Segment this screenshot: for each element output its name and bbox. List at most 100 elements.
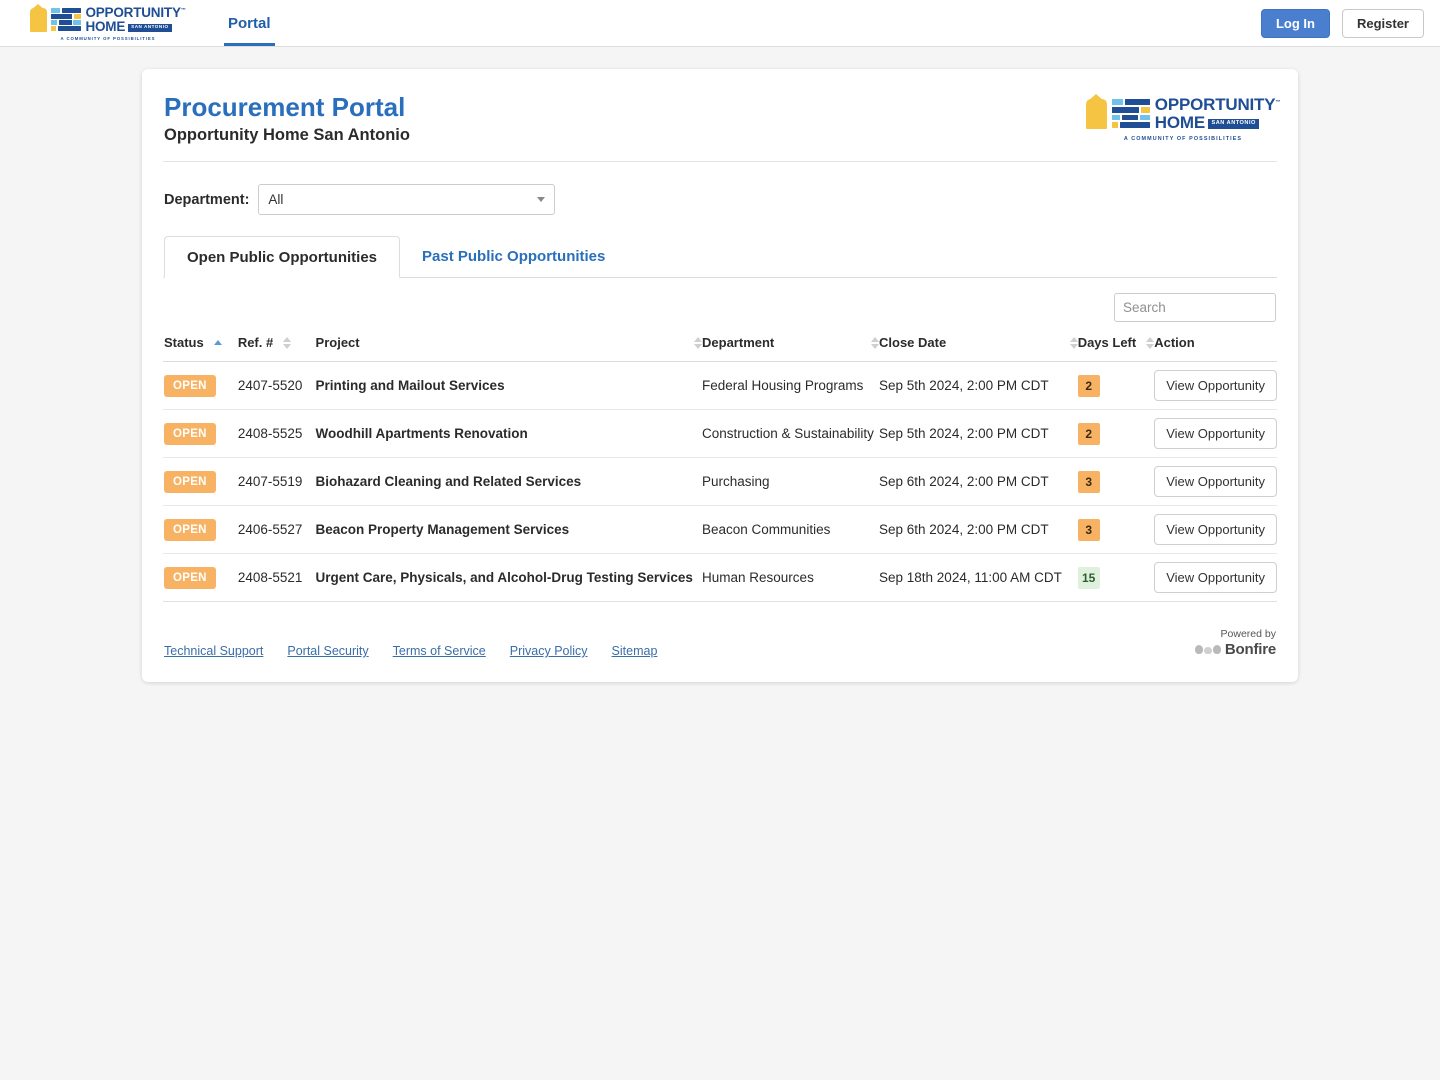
status-badge: OPEN	[164, 470, 216, 493]
column-header-close-date[interactable]: Close Date	[879, 335, 1078, 363]
cell-action: View Opportunity	[1154, 505, 1277, 555]
footer-link-sitemap[interactable]: Sitemap	[612, 644, 658, 658]
view-opportunity-button[interactable]: View Opportunity	[1154, 514, 1277, 546]
days-left-badge: 2	[1077, 422, 1100, 445]
logo-badge-san-antonio: SAN ANTONIO	[128, 23, 172, 32]
table-row: OPEN 2407-5519 Biohazard Cleaning and Rela…	[163, 457, 1277, 507]
days-left-badge: 3	[1077, 470, 1100, 493]
cell-close-date: Sep 18th 2024, 11:00 AM CDT	[879, 553, 1078, 603]
organization-logo: OPPORTUNITY™ HOME SAN ANTONIO A COMMUNIT…	[1085, 93, 1280, 142]
nav-item-portal[interactable]: Portal	[220, 0, 279, 46]
column-header-ref[interactable]: Ref. #	[237, 335, 316, 363]
cell-action: View Opportunity	[1154, 457, 1277, 507]
bonfire-logo: Bonfire	[1194, 641, 1276, 659]
footer-link-privacy-policy[interactable]: Privacy Policy	[510, 644, 588, 658]
footer-link-terms-of-service[interactable]: Terms of Service	[393, 644, 486, 658]
cell-project: Printing and Mailout Services	[315, 361, 703, 411]
cell-ref: 2408-5525	[237, 409, 316, 459]
column-header-project-label: Project	[315, 335, 360, 351]
cell-days-left: 15	[1077, 553, 1155, 603]
search-input[interactable]	[1114, 293, 1276, 323]
cell-days-left: 2	[1077, 409, 1155, 459]
footer-link-technical-support[interactable]: Technical Support	[164, 644, 263, 658]
cell-days-left: 3	[1077, 505, 1155, 555]
opportunities-table: Status Ref. # Project Department Close D…	[163, 335, 1277, 603]
column-header-department-label: Department	[702, 335, 775, 351]
cell-close-date: Sep 6th 2024, 2:00 PM CDT	[879, 457, 1078, 507]
table-row: OPEN 2406-5527 Beacon Property Management …	[163, 505, 1277, 555]
ref-number: 2407-5519	[237, 474, 303, 490]
status-badge: OPEN	[164, 422, 216, 445]
cell-close-date: Sep 5th 2024, 2:00 PM CDT	[879, 361, 1078, 411]
house-icon	[30, 3, 48, 32]
cell-project: Biohazard Cleaning and Related Services	[315, 457, 703, 507]
status-badge: OPEN	[164, 518, 216, 541]
register-button[interactable]: Register	[1341, 8, 1424, 38]
ref-number: 2408-5521	[237, 570, 303, 586]
cell-status: OPEN	[163, 457, 238, 507]
trademark-icon: ™	[180, 7, 186, 13]
footer-links: Technical Support Portal Security Terms …	[164, 644, 657, 658]
column-header-department[interactable]: Department	[702, 335, 879, 363]
cell-days-left: 2	[1077, 361, 1155, 411]
site-logo[interactable]: OPPORTUNITY™ HOME SAN ANTONIO A COMMUNIT…	[30, 3, 186, 41]
table-header: Status Ref. # Project Department Close D…	[163, 335, 1277, 363]
view-opportunity-button[interactable]: View Opportunity	[1154, 418, 1277, 450]
cell-department: Purchasing	[702, 457, 879, 507]
tab-open-public-opportunities[interactable]: Open Public Opportunities	[164, 236, 401, 279]
opportunity-tabs: Open Public Opportunities Past Public Op…	[163, 235, 1277, 279]
card-header: Procurement Portal Opportunity Home San …	[163, 69, 1280, 163]
login-button[interactable]: Log In	[1260, 8, 1330, 38]
close-date: Sep 6th 2024, 2:00 PM CDT	[879, 522, 1049, 538]
bonfire-flame-icon	[1194, 645, 1221, 655]
cell-project: Beacon Property Management Services	[315, 505, 703, 555]
logo-mark: OPPORTUNITY™ HOME SAN ANTONIO	[1085, 93, 1281, 131]
sort-both-icon	[1069, 336, 1078, 349]
project-name: Woodhill Apartments Renovation	[315, 426, 528, 442]
days-left-badge: 2	[1077, 374, 1100, 397]
view-opportunity-button[interactable]: View Opportunity	[1154, 562, 1277, 594]
column-header-project[interactable]: Project	[315, 335, 703, 363]
cell-close-date: Sep 5th 2024, 2:00 PM CDT	[879, 409, 1078, 459]
footer-link-portal-security[interactable]: Portal Security	[287, 644, 368, 658]
cell-action: View Opportunity	[1154, 409, 1277, 459]
logo-mark: OPPORTUNITY™ HOME SAN ANTONIO	[30, 3, 186, 34]
status-badge: OPEN	[164, 566, 216, 589]
cell-project: Urgent Care, Physicals, and Alcohol-Drug…	[315, 553, 703, 603]
status-badge: OPEN	[164, 374, 216, 397]
close-date: Sep 18th 2024, 11:00 AM CDT	[879, 570, 1062, 586]
tab-past-public-opportunities[interactable]: Past Public Opportunities	[400, 236, 627, 278]
ref-number: 2406-5527	[237, 522, 303, 538]
trademark-icon: ™	[1275, 99, 1281, 106]
cell-status: OPEN	[163, 361, 238, 411]
nav-actions: Log In Register	[1260, 8, 1424, 38]
table-row: OPEN 2407-5520 Printing and Mailout Servic…	[163, 361, 1277, 411]
nav-item-portal-label: Portal	[228, 14, 271, 32]
column-header-status[interactable]: Status	[163, 335, 238, 363]
cell-department: Federal Housing Programs	[702, 361, 879, 411]
logo-word-opportunity: OPPORTUNITY	[85, 4, 181, 20]
view-opportunity-button[interactable]: View Opportunity	[1154, 370, 1277, 402]
cell-department: Beacon Communities	[702, 505, 879, 555]
column-header-days-left[interactable]: Days Left	[1077, 335, 1155, 363]
page-title: Procurement Portal	[164, 92, 406, 122]
cell-action: View Opportunity	[1154, 361, 1277, 411]
top-navigation-bar: OPPORTUNITY™ HOME SAN ANTONIO A COMMUNIT…	[0, 0, 1440, 47]
project-name: Urgent Care, Physicals, and Alcohol-Drug…	[315, 570, 693, 586]
column-header-close-date-label: Close Date	[879, 335, 947, 351]
project-name: Biohazard Cleaning and Related Services	[315, 474, 582, 490]
column-header-ref-label: Ref. #	[237, 335, 274, 351]
table-header-row: Status Ref. # Project Department Close D…	[163, 335, 1277, 363]
powered-by-bonfire: Powered by Bonfire	[1194, 628, 1276, 659]
cell-ref: 2406-5527	[237, 505, 316, 555]
logo-tagline: A COMMUNITY OF POSSIBILITIES	[60, 35, 156, 41]
view-opportunity-button[interactable]: View Opportunity	[1154, 466, 1277, 498]
logo-tagline: A COMMUNITY OF POSSIBILITIES	[1123, 136, 1243, 142]
cell-action: View Opportunity	[1154, 553, 1277, 603]
cell-status: OPEN	[163, 409, 238, 459]
department-select[interactable]: All	[258, 184, 556, 216]
bonfire-wordmark: Bonfire	[1224, 641, 1276, 659]
department-filter-label: Department:	[164, 191, 250, 208]
column-header-days-left-label: Days Left	[1077, 335, 1137, 351]
department-name: Purchasing	[702, 474, 770, 490]
